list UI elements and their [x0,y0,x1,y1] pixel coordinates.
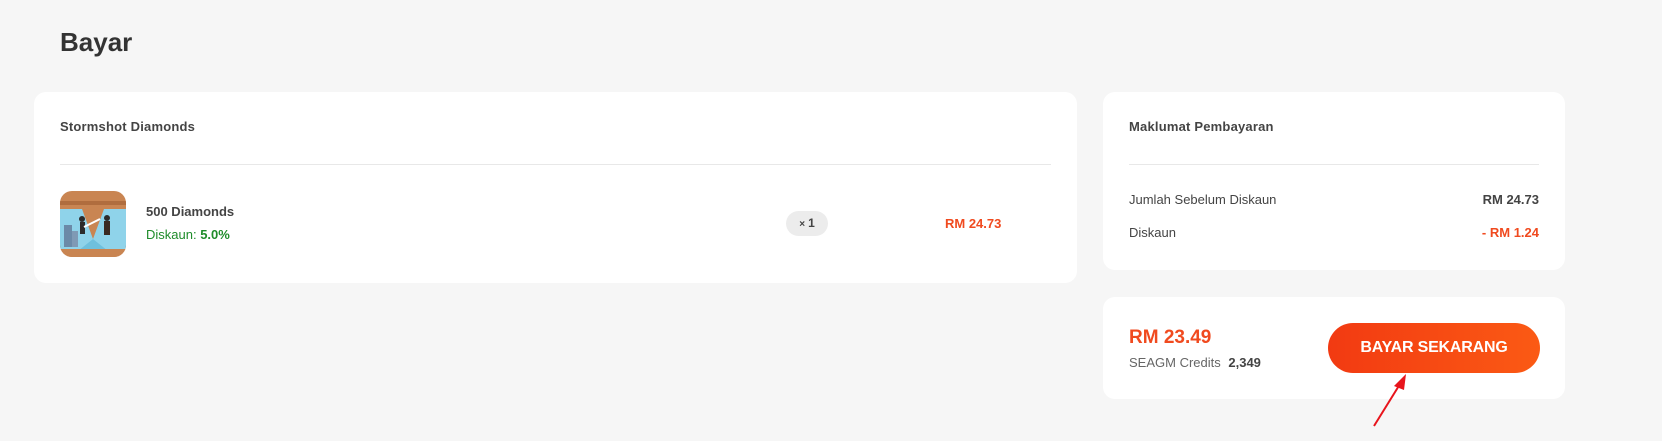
product-discount-label: Diskaun: [146,227,197,242]
divider [60,164,1051,165]
quantity-value: 1 [808,216,815,230]
subtotal-label: Jumlah Sebelum Diskaun [1129,192,1277,207]
total-amount: RM 23.49 [1129,327,1212,348]
payment-info-card: Maklumat Pembayaran Jumlah Sebelum Diska… [1103,92,1565,270]
subtotal-value: RM 24.73 [1482,192,1539,207]
line-item-price: RM 24.73 [945,216,1002,231]
pay-now-button[interactable]: BAYAR SEKARANG [1328,323,1540,373]
quantity-prefix: × [799,219,806,230]
order-card: Stormshot Diamonds 500 Diamonds Diskaun:… [34,92,1077,283]
quantity-badge: × 1 [786,211,828,236]
seagm-credits: SEAGM Credits 2,349 [1129,355,1261,370]
discount-value: - RM 1.24 [1481,225,1539,240]
page-title: Bayar [60,27,133,57]
credits-label: SEAGM Credits [1129,355,1221,370]
annotation-arrow-icon [1373,374,1406,427]
payment-info-title: Maklumat Pembayaran [1129,119,1274,134]
product-name: 500 Diamonds [146,204,235,219]
discount-label: Diskaun [1129,225,1176,240]
credits-value: 2,349 [1228,355,1261,370]
order-card-title: Stormshot Diamonds [60,119,196,134]
pay-card: RM 23.49 SEAGM Credits 2,349 BAYAR SEKAR… [1103,297,1565,399]
product-thumbnail [60,191,126,257]
divider [1129,164,1539,165]
product-discount: Diskaun: 5.0% [146,227,230,242]
product-discount-value: 5.0% [200,227,230,242]
